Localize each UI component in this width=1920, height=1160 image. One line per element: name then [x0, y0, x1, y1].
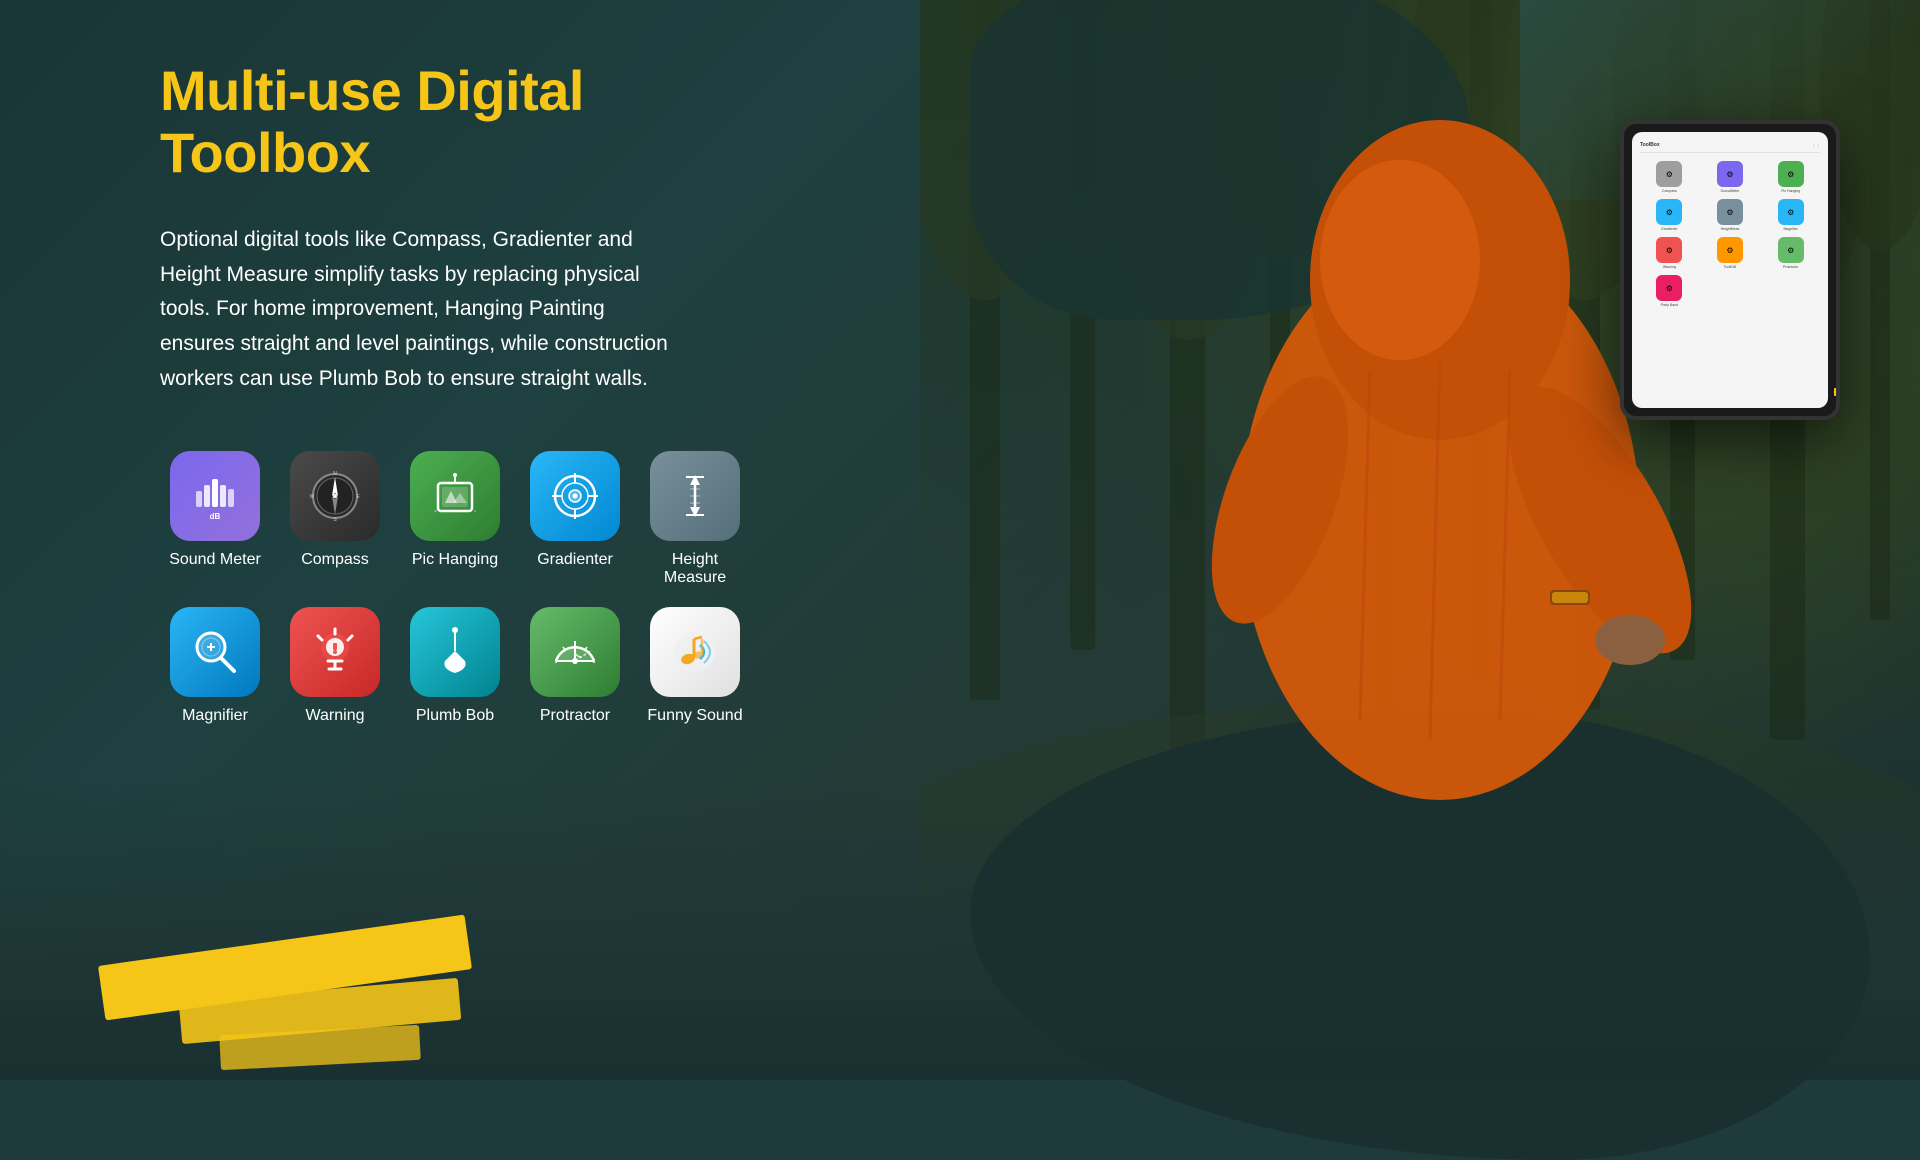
app-item-plumb-bob[interactable]: Plumb Bob	[400, 607, 510, 725]
tablet-app-item: ⚙ Gradienter	[1642, 199, 1697, 231]
warning-label: Warning	[306, 707, 365, 725]
app-item-sound-meter[interactable]: dB Sound Meter	[160, 451, 270, 587]
compass-icon: N S E W	[290, 451, 380, 541]
content-area: Multi-use Digital Toolbox Optional digit…	[0, 0, 750, 1080]
app-item-protractor[interactable]: Protractor	[520, 607, 630, 725]
svg-text:E: E	[356, 494, 360, 500]
app-item-gradienter[interactable]: Gradienter	[520, 451, 630, 587]
app-item-compass[interactable]: N S E W Compass	[280, 451, 390, 587]
page-description: Optional digital tools like Compass, Gra…	[160, 223, 680, 396]
protractor-label: Protractor	[540, 707, 610, 725]
tablet-app-item: ⚙ Warning	[1642, 237, 1697, 269]
tablet-app-item: ⚙ ToolEdit	[1703, 237, 1758, 269]
svg-text:dB: dB	[210, 512, 221, 521]
tablet-app-item: ⚙ Magnifier	[1763, 199, 1818, 231]
app-item-funny-sound[interactable]: Funny Sound	[640, 607, 750, 725]
app-item-pic-hanging[interactable]: Pic Hanging	[400, 451, 510, 587]
tablet-app-item: ⚙ SoundMeter	[1703, 161, 1758, 193]
svg-text:W: W	[310, 494, 315, 500]
height-measure-icon	[650, 451, 740, 541]
gradienter-icon	[530, 451, 620, 541]
funny-sound-icon	[650, 607, 740, 697]
pic-hanging-icon	[410, 451, 500, 541]
sound-meter-icon: dB	[170, 451, 260, 541]
protractor-icon	[530, 607, 620, 697]
compass-label: Compass	[301, 551, 369, 569]
tablet-app-item: ⚙ Party Band	[1642, 275, 1697, 307]
tablet-app-item: ⚙ Protractor	[1763, 237, 1818, 269]
tablet-app-item: ⚙ Pic Hanging	[1763, 161, 1818, 193]
magnifier-icon	[170, 607, 260, 697]
height-measure-label: Height Measure	[640, 551, 750, 587]
tablet-toolbar-label: ToolBox	[1640, 142, 1660, 148]
tablet-app-item: ⚙ Compass	[1642, 161, 1697, 193]
app-item-magnifier[interactable]: Magnifier	[160, 607, 270, 725]
page-title: Multi-use Digital Toolbox	[160, 60, 690, 183]
tablet-app-item: ⚙ HeightMeas	[1703, 199, 1758, 231]
funny-sound-label: Funny Sound	[647, 707, 742, 725]
apps-grid: dB Sound Meter N S E W	[160, 451, 690, 725]
svg-text:N: N	[333, 471, 337, 477]
tablet-device: ToolBox ⋮⋮ ⚙ Compass ⚙ SoundMeter ⚙ Pic …	[1620, 120, 1840, 420]
app-item-warning[interactable]: Warning	[280, 607, 390, 725]
sound-meter-label: Sound Meter	[169, 551, 261, 569]
plumb-bob-icon	[410, 607, 500, 697]
pic-hanging-label: Pic Hanging	[412, 551, 498, 569]
magnifier-label: Magnifier	[182, 707, 248, 725]
plumb-bob-label: Plumb Bob	[416, 707, 494, 725]
warning-icon	[290, 607, 380, 697]
gradienter-label: Gradienter	[537, 551, 613, 569]
app-item-height-measure[interactable]: Height Measure	[640, 451, 750, 587]
